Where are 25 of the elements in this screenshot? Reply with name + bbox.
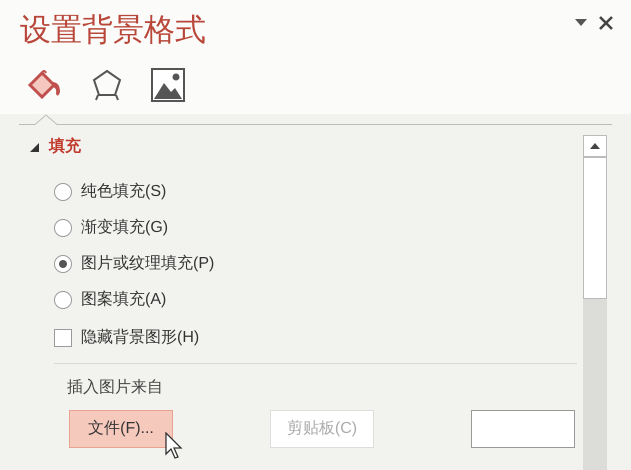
checkbox-label[interactable]: 隐藏背景图形(H) — [81, 327, 200, 349]
radio-button[interactable] — [54, 219, 72, 237]
insert-button[interactable]: 文件(F)... — [69, 410, 173, 448]
insert-button[interactable] — [471, 410, 575, 448]
scroll-thumb[interactable] — [583, 157, 607, 299]
radio-button[interactable] — [54, 291, 72, 309]
image-icon[interactable] — [150, 68, 186, 102]
radio-label[interactable]: 图片或纹理填充(P) — [81, 253, 214, 275]
scroll-up-button[interactable] — [583, 135, 607, 157]
scrollbar[interactable] — [583, 135, 607, 470]
checkbox[interactable] — [54, 329, 72, 347]
section-title: 填充 — [49, 136, 81, 157]
pentagon-icon[interactable] — [90, 68, 124, 102]
close-icon[interactable] — [599, 16, 613, 30]
mouse-cursor-icon — [165, 432, 183, 460]
dropdown-arrow-icon[interactable] — [575, 19, 587, 27]
radio-button[interactable] — [54, 255, 72, 273]
pane-title: 设置背景格式 — [20, 11, 206, 49]
up-arrow-icon — [590, 143, 600, 149]
radio-label[interactable]: 渐变填充(G) — [81, 217, 168, 239]
radio-label[interactable]: 纯色填充(S) — [81, 181, 166, 203]
radio-button[interactable] — [54, 183, 72, 201]
radio-label[interactable]: 图案填充(A) — [81, 289, 166, 311]
section-label: 插入图片来自 — [66, 378, 164, 398]
collapse-triangle-icon[interactable] — [30, 142, 39, 152]
